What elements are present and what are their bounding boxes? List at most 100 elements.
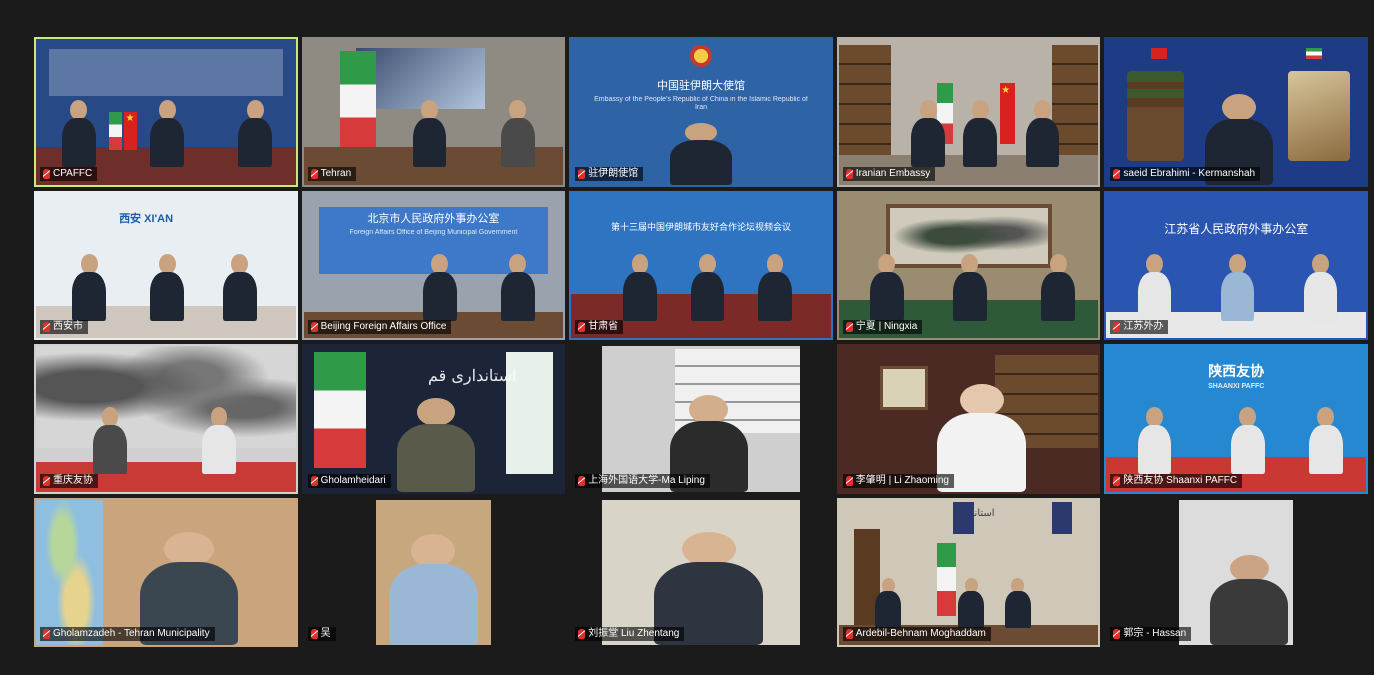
video-tile-beijing[interactable]: 北京市人民政府外事办公室 Foreign Affairs Office of B… <box>301 190 566 340</box>
participant-name: 西安市 <box>53 321 83 332</box>
mic-muted-icon <box>43 475 50 486</box>
video-tile-ningxia[interactable]: 宁夏 | Ningxia <box>836 190 1101 340</box>
video-scene: 第十三届中国伊朗城市友好合作论坛视频会议 <box>571 193 831 338</box>
participant-name: Ardebil-Behnam Moghaddam <box>855 628 986 639</box>
participant-name: Gholamheidari <box>320 474 386 486</box>
participant-label: Tehran <box>307 166 357 181</box>
participant-label: Gholamheidari <box>307 473 391 488</box>
participant-label: 甘肃省 <box>575 320 624 334</box>
video-tile-li-zhaoming[interactable]: 李肇明 | Li Zhaoming <box>836 344 1101 494</box>
mic-muted-icon <box>1113 629 1121 639</box>
participant-label: Ardebil-Behnam Moghaddam <box>842 627 991 641</box>
backdrop-sign: 江苏省人民政府外事办公室 <box>1164 221 1309 236</box>
video-tile-wu[interactable]: 吴 <box>301 497 566 647</box>
video-scene: استانداری قم <box>304 346 564 492</box>
mic-muted-icon <box>310 168 318 179</box>
mic-muted-icon <box>43 629 50 639</box>
video-tile-china-embassy[interactable]: 中国驻伊朗大使馆 Embassy of the People's Republi… <box>569 37 833 187</box>
video-scene <box>36 499 296 645</box>
mic-muted-icon <box>310 475 318 486</box>
mic-muted-icon <box>43 322 50 332</box>
backdrop-sign: 第十三届中国伊朗城市友好合作论坛视频会议 <box>610 221 791 232</box>
participant-label: 西安市 <box>40 320 88 334</box>
participant-name: Iranian Embassy <box>855 167 931 179</box>
video-scene <box>1106 499 1366 645</box>
video-tile-shisu[interactable]: 上海外国语大学-Ma Liping <box>569 344 833 494</box>
participant-name: 宁夏 | Ningxia <box>855 321 918 332</box>
participant-label: 上海外国语大学-Ma Liping <box>575 473 710 488</box>
screen-sign: 北京市人民政府外事办公室 Foreign Affairs Office of B… <box>349 212 518 237</box>
participant-label: 刘振堂 Liu Zhentang <box>575 627 685 641</box>
video-scene: 西安 XI'AN <box>36 193 296 338</box>
video-tile-shaanxi[interactable]: 陕西友协 SHAANXI PAFFC 陕西友协 Shaanxi PAFFC <box>1104 344 1368 494</box>
mic-muted-icon <box>1113 322 1121 332</box>
participant-label: 重庆友协 <box>40 473 98 488</box>
video-tile-gansu[interactable]: 第十三届中国伊朗城市友好合作论坛视频会议 甘肃省 <box>569 190 833 340</box>
video-scene: استانداری <box>838 500 1099 645</box>
participant-label: Gholamzadeh - Tehran Municipality <box>40 627 215 641</box>
participant-label: 宁夏 | Ningxia <box>842 320 923 334</box>
wall-calligraphy: استانداری قم <box>427 366 517 386</box>
participant-name: 陕西友协 Shaanxi PAFFC <box>1123 474 1238 486</box>
participant-name: Tehran <box>320 167 352 179</box>
participant-name: 吴 <box>320 628 331 639</box>
video-scene <box>303 39 564 185</box>
video-scene: 陕西友协 SHAANXI PAFFC <box>1106 346 1366 492</box>
backdrop-sign: 陕西友协 SHAANXI PAFFC <box>1208 363 1265 391</box>
mic-muted-icon <box>1113 168 1121 179</box>
participant-label: 李肇明 | Li Zhaoming <box>842 473 954 488</box>
mic-muted-icon <box>845 629 853 639</box>
mic-muted-icon <box>578 629 586 639</box>
mic-muted-icon <box>310 322 318 332</box>
mic-muted-icon <box>845 168 853 179</box>
video-tile-hassan[interactable]: 郭宗 - Hassan <box>1104 497 1368 647</box>
mic-muted-icon <box>578 168 586 179</box>
mic-muted-icon <box>43 168 50 179</box>
mic-muted-icon <box>310 629 318 639</box>
video-tile-chongqing[interactable]: 重庆友协 <box>34 344 298 494</box>
video-scene <box>838 193 1099 338</box>
video-tile-kermanshah[interactable]: saeid Ebrahimi - Kermanshah <box>1104 37 1368 187</box>
national-emblem-icon <box>689 44 712 67</box>
video-scene: 北京市人民政府外事办公室 Foreign Affairs Office of B… <box>303 193 564 338</box>
participant-label: saeid Ebrahimi - Kermanshah <box>1110 166 1261 181</box>
video-scene <box>1106 39 1366 185</box>
participant-name: 郭宗 - Hassan <box>1123 628 1187 639</box>
video-tile-cpaffc[interactable]: CPAFFC <box>34 37 298 187</box>
participant-label: 吴 <box>307 627 336 641</box>
video-tile-iranian-embassy[interactable]: Iranian Embassy <box>836 37 1101 187</box>
video-tile-gholamzadeh[interactable]: Gholamzadeh - Tehran Municipality <box>34 497 298 647</box>
mic-muted-icon <box>845 475 853 486</box>
video-scene: 江苏省人民政府外事办公室 <box>1106 193 1366 338</box>
video-tile-tehran[interactable]: Tehran <box>301 37 566 187</box>
participant-name: 江苏外办 <box>1123 321 1164 332</box>
participant-label: 江苏外办 <box>1110 320 1169 334</box>
video-scene <box>304 499 564 645</box>
participant-name: Beijing Foreign Affairs Office <box>320 321 447 332</box>
participant-name: 驻伊朗使馆 <box>588 167 639 179</box>
video-scene <box>838 39 1099 185</box>
video-tile-jiangsu[interactable]: 江苏省人民政府外事办公室 江苏外办 <box>1104 190 1368 340</box>
video-grid: CPAFFC Tehran 中国驻伊朗大使馆 Embassy of the Pe… <box>34 37 1368 647</box>
participant-name: 甘肃省 <box>588 321 619 332</box>
video-tile-gholamheidari[interactable]: استانداری قم Gholamheidari <box>301 344 566 494</box>
ink-painting <box>36 346 296 448</box>
participant-name: 刘振堂 Liu Zhentang <box>588 628 680 639</box>
participant-name: CPAFFC <box>53 167 93 179</box>
video-scene <box>36 39 296 185</box>
video-scene <box>571 499 831 645</box>
video-tile-liu-zhentang[interactable]: 刘振堂 Liu Zhentang <box>569 497 833 647</box>
mic-muted-icon <box>578 475 586 486</box>
video-scene <box>36 346 296 492</box>
participant-label: Beijing Foreign Affairs Office <box>307 320 452 334</box>
video-scene: 中国驻伊朗大使馆 Embassy of the People's Republi… <box>571 39 831 185</box>
participant-name: 上海外国语大学-Ma Liping <box>588 474 705 486</box>
mic-muted-icon <box>1113 475 1121 486</box>
backdrop-sign: 中国驻伊朗大使馆 Embassy of the People's Republi… <box>594 79 808 112</box>
participant-name: 重庆友协 <box>53 474 93 486</box>
video-tile-ardebil[interactable]: استانداری Ardebil-Behnam Moghaddam <box>836 497 1101 647</box>
participant-name: Gholamzadeh - Tehran Municipality <box>53 628 210 639</box>
video-tile-xian[interactable]: 西安 XI'AN 西安市 <box>34 190 298 340</box>
participant-label: Iranian Embassy <box>842 166 936 181</box>
mic-muted-icon <box>845 322 853 332</box>
